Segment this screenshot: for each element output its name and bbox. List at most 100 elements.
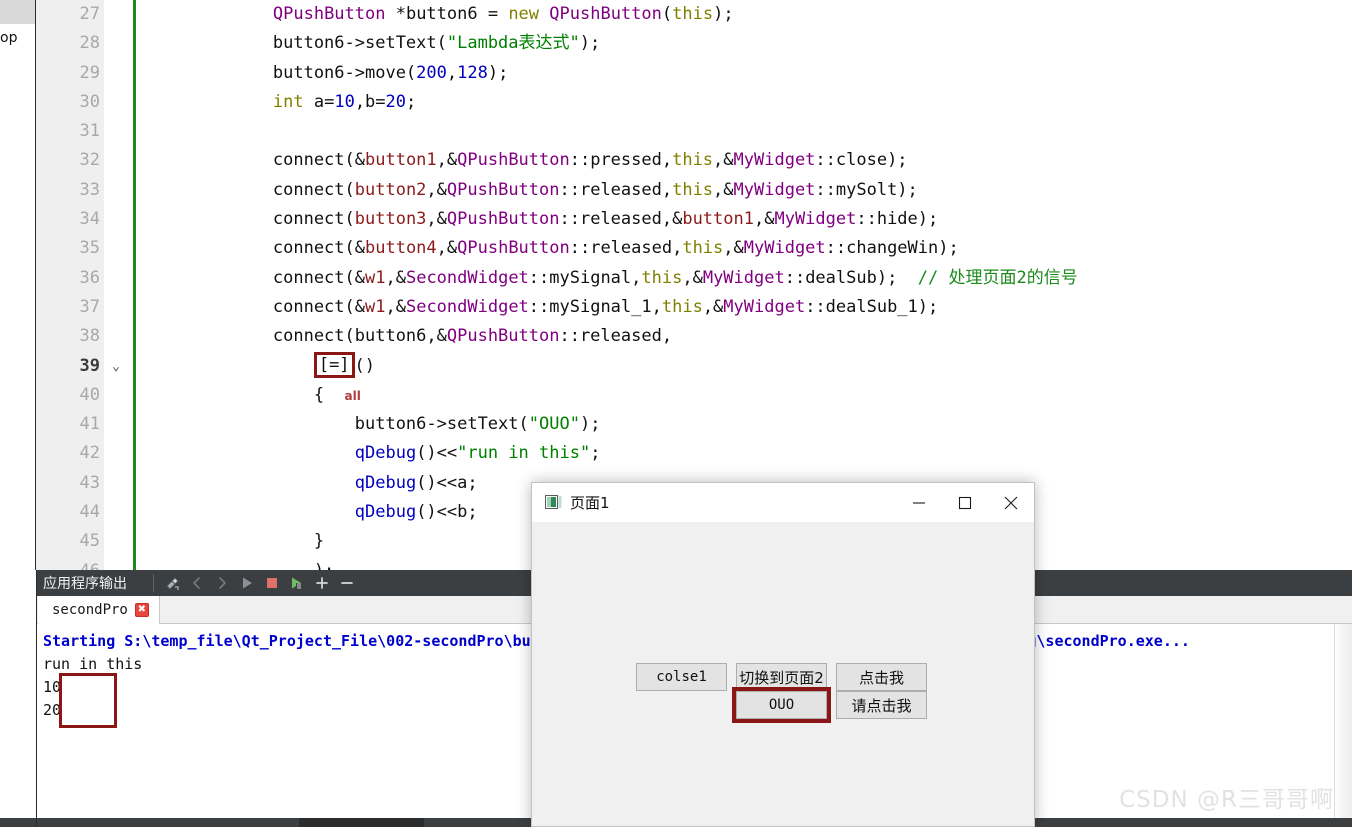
code-line[interactable]: 29 button6->move(200,128); [36,59,1352,88]
code-token: QPushButton [549,4,662,24]
code-token: qDebug [354,502,417,523]
line-number: 38 [79,326,100,347]
line-number: 27 [79,4,100,24]
code-line-text: connect(&w1,&SecondWidget::mySignal_1,th… [191,293,938,322]
code-token: w1 [365,267,386,288]
code-token: ::mySignal_1, [528,296,662,317]
code-token: button1 [682,209,754,230]
code-line-text: [=]() [191,351,375,381]
code-token: ,& [713,150,734,171]
code-line[interactable]: 27 QPushButton *button6 = new QPushButto… [36,0,1352,29]
code-token: connect(& [191,238,365,259]
code-line[interactable]: 41 button6->setText("OUO"); [36,410,1352,439]
switch-to-page2-button[interactable]: 切换到页面2 [736,663,827,691]
code-line-text: button6->setText("OUO"); [191,410,601,439]
ouo-button[interactable]: OUO [736,691,827,719]
code-token: this [672,179,714,200]
code-token: button6->move( [191,62,417,83]
qt-window-controls[interactable] [896,483,1034,522]
qt-application-window[interactable]: 页面1 colse1 切换到页面2 点击我 OUO 请点击我 [531,482,1035,827]
taskbar-active-item[interactable] [299,818,424,827]
left-sliver-text: op [0,30,18,46]
prev-item-icon[interactable] [189,575,205,591]
line-number: 42 [79,443,100,464]
code-line[interactable]: 40 { all [36,381,1352,410]
clear-output-icon[interactable] [164,575,180,591]
code-token: button6->setText( [191,33,447,54]
code-token: ); [713,4,734,24]
maximize-icon[interactable] [942,483,988,522]
stop-icon[interactable] [264,575,280,591]
code-token: MyWidget [743,238,826,259]
code-token: ( [661,4,673,24]
run-icon[interactable] [239,575,255,591]
code-line[interactable]: 31 [36,117,1352,146]
code-token: ); [579,414,601,435]
code-line[interactable]: 37 connect(&w1,&SecondWidget::mySignal_1… [36,293,1352,322]
code-token: ::released, [559,326,673,347]
code-line[interactable]: 42 qDebug()<<"run in this"; [36,439,1352,468]
code-token: ::changeWin); [825,238,959,259]
close-icon[interactable] [988,483,1034,522]
code-token: button1 [365,150,437,171]
code-token: connect( [191,209,355,230]
next-item-icon[interactable] [214,575,230,591]
code-line-text: connect(&w1,&SecondWidget::mySignal,this… [191,264,1078,293]
line-number: 31 [79,121,100,142]
code-line[interactable]: 39 ⌄ [=]() [36,351,1352,381]
code-token: ,& [426,209,447,230]
line-number: 35 [79,238,100,259]
zoom-in-icon[interactable] [314,575,330,591]
qt-window-title: 页面1 [570,494,610,512]
minimize-icon[interactable] [896,483,942,522]
click-me-button[interactable]: 点击我 [836,663,927,691]
line-number: 45 [79,531,100,552]
code-line[interactable]: 30 int a=10,b=20; [36,88,1352,117]
code-token: ,& [713,179,734,200]
code-line[interactable]: 35 connect(&button4,&QPushButton::releas… [36,234,1352,263]
code-line-text: qDebug()<<b; [191,498,478,527]
code-token: ,& [426,179,447,200]
code-token: ); [579,33,601,54]
code-line[interactable]: 34 connect(button3,&QPushButton::release… [36,205,1352,234]
code-line-text: button6->setText("Lambda表达式"); [191,29,600,58]
code-token: ::dealSub_1); [805,296,939,317]
output-vertical-scrollbar[interactable] [1334,624,1352,818]
line-number: 34 [79,209,100,230]
chevron-down-icon[interactable]: ⌄ [108,352,124,381]
code-token: QPushButton [272,4,386,24]
code-token: a= [303,91,335,112]
code-token: 20 [385,91,407,112]
lambda-capture-annotation: all [344,388,361,403]
line-number: 40 [79,384,100,405]
output-tab-secondpro[interactable]: secondPro ✖ [38,596,160,624]
code-token: button3 [354,209,427,230]
code-line[interactable]: 36 connect(&w1,&SecondWidget::mySignal,t… [36,264,1352,293]
close-icon[interactable]: ✖ [134,603,149,617]
code-token: 128 [457,62,488,83]
code-token: this [661,296,703,317]
line-number: 30 [79,91,100,112]
qt-window-client-area[interactable]: colse1 切换到页面2 点击我 OUO 请点击我 [532,522,1034,826]
code-line[interactable]: 33 connect(button2,&QPushButton::release… [36,176,1352,205]
line-number: 37 [79,296,100,317]
code-token: new [508,4,540,24]
code-line[interactable]: 38 connect(button6,&QPushButton::release… [36,322,1352,351]
code-token: ; [590,443,601,464]
code-line-text: connect(button6,&QPushButton::released, [191,322,672,351]
code-line[interactable]: 32 connect(&button1,&QPushButton::presse… [36,146,1352,175]
please-click-me-button[interactable]: 请点击我 [836,691,927,719]
code-token: "run in this" [457,443,591,464]
code-token: connect( [191,179,355,200]
output-toolbar[interactable] [153,574,355,592]
close1-button[interactable]: colse1 [636,663,727,691]
code-line[interactable]: 28 button6->setText("Lambda表达式"); [36,29,1352,58]
qt-window-titlebar[interactable]: 页面1 [532,483,1034,522]
zoom-out-icon[interactable] [339,575,355,591]
code-token: ()<<a; [416,472,478,493]
left-sliver-tab[interactable] [0,0,35,24]
attach-debugger-icon[interactable] [289,575,305,591]
code-token: ,& [702,296,724,317]
code-line-text: QPushButton *button6 = new QPushButton(t… [191,0,734,29]
